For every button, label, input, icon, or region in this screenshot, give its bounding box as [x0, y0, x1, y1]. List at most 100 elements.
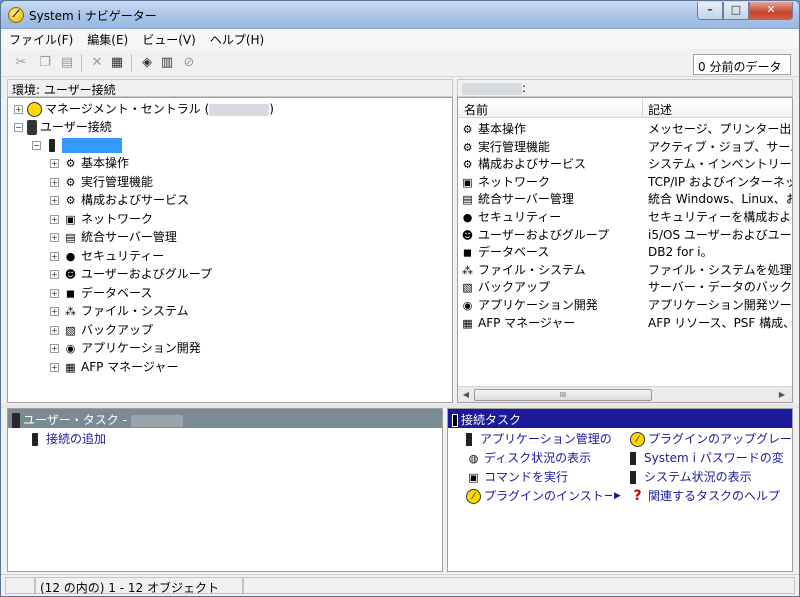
expand-icon[interactable]: +	[50, 325, 59, 335]
object-count: (12 の内の) 1 - 12 オブジェクト	[35, 577, 243, 595]
list-item[interactable]: ◉ アプリケーション開発 アプリケーション開発ツール	[458, 296, 792, 314]
expand-icon[interactable]: +	[50, 177, 59, 187]
column-header-name[interactable]: 名前	[464, 101, 488, 118]
expand-icon[interactable]: +	[50, 251, 59, 261]
tree-item-user-connections[interactable]: − ユーザー接続	[14, 118, 112, 136]
list-item-description: メッセージ、プリンター出力	[648, 122, 793, 136]
navigation-tree[interactable]: + マネージメント・セントラル () − ユーザー接続 − + ⚙ 基本操作 + ⚙ 実行管理…	[7, 97, 453, 403]
users-groups-icon: ☻	[64, 268, 77, 281]
expand-icon[interactable]: +	[50, 288, 59, 298]
list-item-description: ファイル・システムを処理し	[648, 262, 793, 277]
expand-icon[interactable]: +	[50, 362, 59, 372]
scroll-left-icon[interactable]: ◀	[460, 389, 472, 401]
tree-item-basic-operations[interactable]: + ⚙ 基本操作	[50, 154, 129, 172]
close-button[interactable]: ✕	[749, 2, 793, 20]
expand-icon[interactable]: +	[50, 307, 59, 316]
backup-icon: ▧	[65, 323, 76, 337]
stop-icon[interactable]: ⊘	[181, 55, 197, 71]
tree-item-security[interactable]: + ● セキュリティー	[50, 247, 164, 265]
add-connection-link[interactable]: 接続の追加	[32, 430, 106, 448]
task-upgrade-plugins[interactable]: ⁄ プラグインのアップグレー	[630, 430, 792, 448]
integrated-server-icon: ▤	[65, 231, 76, 244]
tree-item-backup[interactable]: + ▧ バックアップ	[50, 321, 153, 339]
task-app-administration[interactable]: アプリケーション管理の根	[466, 430, 612, 448]
redacted-system-name	[209, 103, 270, 116]
task-run-command[interactable]: ▣ コマンドを実行	[466, 468, 626, 486]
tree-item-network[interactable]: + ▣ ネットワーク	[50, 210, 153, 228]
task-related-help[interactable]: ? 関連するタスクのヘルプ	[630, 487, 792, 505]
task-install-plugins[interactable]: ⁄ プラグインのインストー	[466, 487, 612, 505]
add-connection-icon	[32, 433, 38, 446]
task-change-password[interactable]: System i パスワードの変	[630, 449, 792, 467]
list-item[interactable]: ● セキュリティー セキュリティーを構成およ	[458, 208, 792, 226]
task-system-status[interactable]: システム状況の表示	[630, 468, 792, 486]
work-management-icon: ⚙	[462, 140, 473, 154]
list-item-name: バックアップ	[478, 280, 551, 295]
main-window: ⁄ System i ナビゲーター – □ ✕ ファイル(F) 編集(E) ビュー(…	[0, 0, 800, 597]
refresh-icon[interactable]: ◈	[139, 55, 155, 71]
column-header-description[interactable]: 記述	[648, 101, 672, 118]
tree-item-system[interactable]: −	[32, 136, 122, 154]
minimize-button[interactable]: –	[697, 2, 723, 20]
app-administration-icon	[466, 433, 472, 446]
properties-icon[interactable]: ▦	[109, 55, 125, 71]
tree-item-app-dev[interactable]: + ◉ アプリケーション開発	[50, 339, 201, 357]
environment-label: 環境: ユーザー接続	[7, 79, 453, 97]
more-tasks-arrow-icon[interactable]: ▶	[614, 487, 624, 505]
list-item-description: TCP/IP およびインターネッ	[648, 174, 793, 189]
tree-item-label: アプリケーション開発	[81, 341, 201, 355]
list-item[interactable]: ⚙ 構成およびサービス システム・インベントリーを	[458, 155, 792, 173]
list-item[interactable]: ▧ バックアップ サーバー・データのバックア	[458, 278, 793, 296]
tree-item-config-service[interactable]: + ⚙ 構成およびサービス	[50, 191, 189, 209]
list-item[interactable]: ⚙ 実行管理機能 アクティブ・ジョブ、サーバ	[458, 138, 792, 156]
task-disk-status[interactable]: ◍ ディスク状況の表示	[466, 449, 626, 467]
menu-file[interactable]: ファイル(F)	[1, 29, 79, 48]
expand-icon[interactable]: +	[14, 105, 23, 114]
tree-item-afp-manager[interactable]: + ▦ AFP マネージャー	[50, 358, 178, 376]
list-item[interactable]: ⚙ 基本操作 メッセージ、プリンター出力	[458, 120, 793, 138]
status-cell-message	[243, 577, 795, 594]
paste-icon[interactable]: ▤	[59, 55, 75, 71]
delete-icon[interactable]: ✕	[89, 55, 105, 71]
work-management-icon: ⚙	[65, 175, 76, 189]
menu-help[interactable]: ヘルプ(H)	[202, 29, 270, 48]
tree-item-management-central[interactable]: + マネージメント・セントラル ()	[14, 100, 274, 118]
status-bar: (12 の内の) 1 - 12 オブジェクト	[1, 574, 799, 596]
list-item[interactable]: ▦ AFP マネージャー AFP リソース、PSF 構成、お	[458, 314, 792, 332]
horizontal-scrollbar[interactable]: ◀ III ▶	[458, 386, 792, 402]
scroll-thumb[interactable]: III	[474, 389, 652, 401]
list-item[interactable]: ▣ ネットワーク TCP/IP およびインターネッ	[458, 173, 793, 191]
maximize-button[interactable]: □	[723, 2, 749, 20]
tree-item-integrated-server[interactable]: + ▤ 統合サーバー管理	[50, 228, 177, 246]
list-item[interactable]: ▤ 統合サーバー管理 統合 Windows、Linux、およ	[458, 190, 792, 208]
cut-icon[interactable]: ✂	[13, 55, 29, 71]
user-tasks-pane: ユーザー・タスク - 接続の追加	[7, 408, 443, 572]
expand-icon[interactable]: +	[50, 214, 59, 224]
expand-icon[interactable]: +	[50, 196, 59, 205]
title-bar[interactable]: ⁄ System i ナビゲーター – □ ✕	[1, 1, 799, 29]
expand-icon[interactable]: +	[50, 233, 59, 242]
expand-icon[interactable]: +	[50, 159, 59, 168]
list-item[interactable]: ⁂ ファイル・システム ファイル・システムを処理し	[458, 261, 793, 279]
list-item[interactable]: ☻ ユーザーおよびグループ i5/OS ユーザーおよびユーザ	[458, 226, 792, 244]
expand-icon[interactable]: +	[50, 344, 59, 353]
scroll-right-icon[interactable]: ▶	[776, 389, 788, 401]
collapse-icon[interactable]: −	[32, 141, 41, 150]
expand-icon[interactable]: +	[50, 270, 59, 279]
tree-item-users-groups[interactable]: + ☻ ユーザーおよびグループ	[50, 265, 212, 283]
details-list[interactable]: 名前 記述 ⚙ 基本操作 メッセージ、プリンター出力 ⚙ 実行管理機能 アクティブ・ジョブ…	[457, 97, 793, 403]
tree-item-work-management[interactable]: + ⚙ 実行管理機能	[50, 173, 153, 191]
list-item[interactable]: ◼ データベース DB2 for i。	[458, 243, 792, 261]
menu-view[interactable]: ビュー(V)	[134, 29, 202, 48]
user-connections-icon	[27, 120, 37, 135]
list-item-name: 実行管理機能	[478, 139, 551, 154]
menu-edit[interactable]: 編集(E)	[79, 29, 134, 48]
menu-bar: ファイル(F) 編集(E) ビュー(V) ヘルプ(H)	[1, 29, 799, 49]
options-icon[interactable]: ▥	[159, 55, 175, 71]
list-item-description: サーバー・データのバックア	[648, 280, 793, 295]
copy-icon[interactable]: ❐	[37, 55, 53, 71]
tree-item-file-system[interactable]: + ⁂ ファイル・システム	[50, 302, 189, 320]
connection-tasks-header: 接続タスク	[448, 409, 792, 428]
collapse-icon[interactable]: −	[14, 123, 23, 132]
tree-item-database[interactable]: + ◼ データベース	[50, 284, 152, 302]
